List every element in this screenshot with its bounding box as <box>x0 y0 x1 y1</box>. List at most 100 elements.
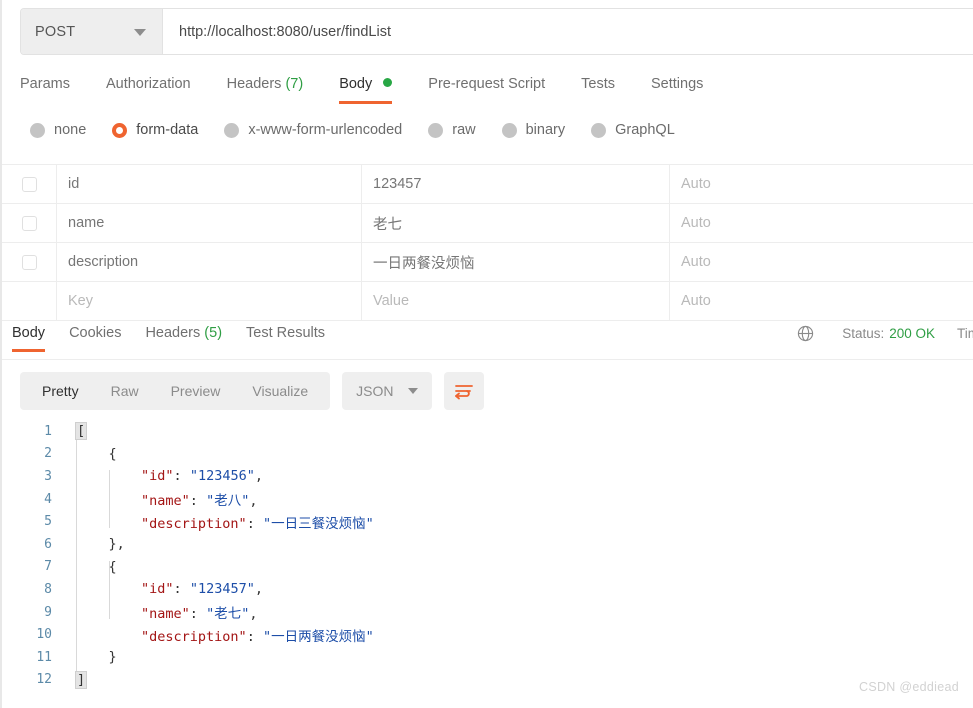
radio-x-www-form-urlencoded[interactable]: x-www-form-urlencoded <box>224 122 402 138</box>
radio-raw[interactable]: raw <box>428 122 476 138</box>
json-punct: : <box>246 515 263 532</box>
row-description-cell[interactable]: Auto <box>670 243 973 281</box>
row-description-text: Auto <box>681 215 711 231</box>
line-content: }, <box>62 536 125 552</box>
json-bracket: [ <box>74 422 88 441</box>
watermark: CSDN @eddiead <box>859 680 959 694</box>
checkbox-icon[interactable] <box>21 176 37 192</box>
json-punct: , <box>254 468 263 485</box>
code-line: 9 "name": "老七", <box>2 601 973 624</box>
globe-icon[interactable] <box>797 325 814 342</box>
radio-form-data[interactable]: form-data <box>112 122 198 138</box>
response-tab-cookies[interactable]: Cookies <box>69 322 121 352</box>
table-row-empty[interactable]: Key Value Auto <box>2 282 973 321</box>
row-description-cell[interactable]: Auto <box>670 282 973 320</box>
row-checkbox-cell[interactable] <box>2 204 57 242</box>
code-line: 6 }, <box>2 533 973 556</box>
tab-authorization[interactable]: Authorization <box>106 72 191 104</box>
response-tab-headers[interactable]: Headers (5) <box>145 322 222 352</box>
response-view-modes: Pretty Raw Preview Visualize <box>20 372 331 410</box>
code-line: 2 { <box>2 443 973 466</box>
json-key: "id" <box>76 581 174 598</box>
row-key-cell[interactable]: Key <box>57 282 362 320</box>
response-status-bar: Status: 200 OK Tim <box>797 325 973 342</box>
row-description-cell[interactable]: Auto <box>670 204 973 242</box>
line-content: [ <box>62 422 88 441</box>
json-string: "老七" <box>206 606 250 623</box>
tab-headers-label: Headers <box>226 76 282 92</box>
line-number: 4 <box>44 491 52 507</box>
radio-none[interactable]: none <box>30 122 86 138</box>
line-number: 3 <box>44 468 52 484</box>
row-checkbox-cell <box>2 282 57 320</box>
json-string: "123456" <box>189 468 255 485</box>
json-punct: : <box>246 628 263 645</box>
json-punct: : <box>173 468 190 485</box>
http-method-select[interactable]: POST <box>21 9 163 54</box>
row-value-text: 一日两餐没烦恼 <box>373 255 475 272</box>
line-number: 12 <box>36 672 52 688</box>
tab-tests[interactable]: Tests <box>581 72 615 104</box>
response-tab-test-results[interactable]: Test Results <box>246 322 325 352</box>
row-value-cell[interactable]: Value <box>362 282 670 320</box>
radio-none-icon <box>30 122 45 138</box>
row-key-cell[interactable]: description <box>57 243 362 281</box>
radio-form-data-label: form-data <box>136 122 199 138</box>
response-format-select[interactable]: JSON <box>342 372 432 410</box>
view-mode-visualize[interactable]: Visualize <box>236 372 324 410</box>
row-checkbox-cell[interactable] <box>2 243 57 281</box>
tab-params[interactable]: Params <box>20 72 70 104</box>
tab-body[interactable]: Body <box>339 72 393 104</box>
row-key-cell[interactable]: id <box>57 165 362 203</box>
line-content: "name": "老八", <box>62 489 257 509</box>
view-mode-raw-label: Raw <box>110 383 139 399</box>
checkbox-icon[interactable] <box>21 254 37 270</box>
radio-none-label: none <box>54 122 87 138</box>
table-row[interactable]: description 一日两餐没烦恼 Auto <box>2 243 973 282</box>
response-tab-body[interactable]: Body <box>12 322 46 352</box>
tab-settings[interactable]: Settings <box>651 72 703 104</box>
checkbox-icon[interactable] <box>21 215 37 231</box>
row-description-text: Auto <box>681 176 711 192</box>
response-body-viewer[interactable]: 1 [ 2 { 3 "id": "123456", 4 "name": "老八"… <box>2 420 973 708</box>
row-value-text: 老七 <box>373 216 402 233</box>
line-content: } <box>62 649 117 665</box>
table-row[interactable]: id 123457 Auto <box>2 165 973 204</box>
view-mode-preview[interactable]: Preview <box>155 372 237 410</box>
line-content: "description": "一日三餐没烦恼" <box>62 512 374 532</box>
row-value-cell[interactable]: 123457 <box>362 165 670 203</box>
line-content: ] <box>62 670 88 689</box>
line-number: 1 <box>44 423 52 439</box>
code-line: 1 [ <box>2 420 973 443</box>
response-tab-test-results-label: Test Results <box>246 325 326 341</box>
row-value-text: 123457 <box>373 176 422 192</box>
row-key-text: name <box>68 215 105 231</box>
url-input[interactable]: http://localhost:8080/user/findList <box>163 9 973 54</box>
chevron-down-icon <box>134 28 146 36</box>
http-method-label: POST <box>35 23 76 40</box>
code-line: 5 "description": "一日三餐没烦恼" <box>2 510 973 533</box>
row-checkbox-cell[interactable] <box>2 165 57 203</box>
view-mode-pretty[interactable]: Pretty <box>26 372 95 410</box>
json-punct: { <box>76 445 117 462</box>
radio-graphql[interactable]: GraphQL <box>591 122 675 138</box>
row-description-cell[interactable]: Auto <box>670 165 973 203</box>
row-value-cell[interactable]: 一日两餐没烦恼 <box>362 243 670 281</box>
view-mode-pretty-label: Pretty <box>42 383 79 399</box>
tab-headers[interactable]: Headers (7) <box>227 72 304 104</box>
json-punct: : <box>189 493 207 510</box>
tab-tests-label: Tests <box>581 76 615 92</box>
view-mode-raw[interactable]: Raw <box>95 372 155 410</box>
tab-pre-request-script[interactable]: Pre-request Script <box>428 72 545 104</box>
wrap-lines-button[interactable] <box>443 372 484 410</box>
tab-settings-label: Settings <box>650 76 704 92</box>
row-value-cell[interactable]: 老七 <box>362 204 670 242</box>
json-punct: }, <box>76 536 125 553</box>
row-key-cell[interactable]: name <box>57 204 362 242</box>
table-row[interactable]: name 老七 Auto <box>2 204 973 243</box>
line-content: { <box>62 559 117 575</box>
request-tabs: Params Authorization Headers (7) Body Pr… <box>20 72 739 110</box>
radio-binary[interactable]: binary <box>501 122 565 138</box>
line-number: 6 <box>44 536 52 552</box>
code-line: 12 ] <box>2 669 973 692</box>
